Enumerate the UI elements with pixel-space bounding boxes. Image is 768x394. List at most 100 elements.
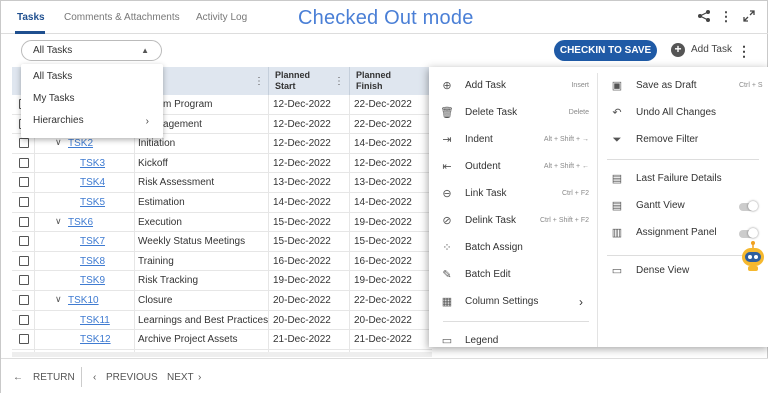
table-row[interactable]: TSK5 Estimation 14-Dec-2022 14-Dec-2022 <box>12 193 432 213</box>
menu-item-label: Gantt View <box>636 200 685 211</box>
horizontal-scrollbar[interactable] <box>12 352 432 357</box>
menu-item-shortcut: Alt + Shift + → <box>543 136 589 143</box>
chevron-right-icon: › <box>579 295 583 309</box>
task-name: Initiation <box>138 138 176 150</box>
add-circle-icon: ⊕ <box>442 80 452 92</box>
table-row[interactable]: ∨ TSK10 Closure 20-Dec-2022 22-Dec-2022 <box>12 291 432 311</box>
column-separator <box>268 67 269 95</box>
task-id-link[interactable]: TSK3 <box>80 158 105 169</box>
planned-start: 13-Dec-2022 <box>273 177 331 189</box>
task-name: Training <box>138 255 174 267</box>
planned-start: 12-Dec-2022 <box>273 157 331 169</box>
task-name: Kickoff <box>138 157 168 169</box>
row-checkbox[interactable] <box>19 197 29 207</box>
task-id-link[interactable]: TSK9 <box>80 275 105 286</box>
previous-button[interactable]: PREVIOUS <box>106 372 158 383</box>
planned-start: 15-Dec-2022 <box>273 236 331 248</box>
row-checkbox[interactable] <box>19 314 29 325</box>
menu-item-label: Outdent <box>465 161 501 172</box>
planned-finish: 22-Dec-2022 <box>354 295 412 306</box>
menu-item-label: Delink Task <box>465 215 516 226</box>
task-name: Estimation <box>138 197 185 208</box>
table-row[interactable]: TSK9 Risk Tracking 19-Dec-2022 19-Dec-2022 <box>12 271 432 291</box>
row-checkbox[interactable] <box>19 255 29 266</box>
chevron-down-icon[interactable]: ∨ <box>55 137 62 148</box>
table-row[interactable]: TSK3 Kickoff 12-Dec-2022 12-Dec-2022 <box>12 154 432 174</box>
filter-option-hierarchies[interactable]: Hierarchies <box>33 115 84 126</box>
task-id-link[interactable]: TSK6 <box>68 217 93 228</box>
tab-comments-attachments[interactable]: Comments & Attachments <box>64 12 180 23</box>
more-vertical-icon[interactable]: ⋮ <box>718 9 734 25</box>
row-checkbox[interactable] <box>19 236 29 247</box>
planned-finish: 19-Dec-2022 <box>354 275 412 287</box>
tab-tasks[interactable]: Tasks <box>17 12 45 23</box>
task-id-link[interactable]: TSK5 <box>80 197 105 208</box>
menu-item-label: Undo All Changes <box>636 107 717 118</box>
task-id-link[interactable]: TSK4 <box>80 177 105 188</box>
menu-item-label: Column Settings <box>465 296 539 307</box>
toolbar-more-icon[interactable]: ⋮ <box>737 42 751 60</box>
tab-bar: Tasks Comments & Attachments Activity Lo… <box>1 1 768 34</box>
table-row[interactable]: TSK7 Weekly Status Meetings 15-Dec-2022 15-… <box>12 232 432 252</box>
column-menu-icon[interactable]: ⋮ <box>254 76 264 87</box>
table-row[interactable]: ∨ TSK6 Execution 15-Dec-2022 19-Dec-2022 <box>12 213 432 233</box>
menu-item-label: Batch Edit <box>465 269 511 280</box>
planned-start: 20-Dec-2022 <box>273 314 331 326</box>
batch-assign-icon: ⁘ <box>442 242 452 254</box>
task-id-link[interactable]: TSK10 <box>68 295 99 306</box>
task-id-link[interactable]: TSK12 <box>80 334 111 345</box>
task-id-link[interactable]: TSK7 <box>80 236 105 247</box>
planned-finish: 12-Dec-2022 <box>354 157 412 169</box>
menu-separator <box>607 255 759 256</box>
assignment-panel-icon: ▥ <box>611 227 623 239</box>
tab-activity-log[interactable]: Activity Log <box>196 12 247 23</box>
table-row[interactable]: TSK12 Archive Project Assets 21-Dec-2022 21… <box>12 330 432 350</box>
chevron-down-icon[interactable]: ∨ <box>55 294 62 305</box>
planned-finish: 15-Dec-2022 <box>354 236 412 248</box>
menu-item-shortcut: Alt + Shift + ← <box>543 163 589 170</box>
row-checkbox[interactable] <box>19 157 29 168</box>
row-checkbox[interactable] <box>19 216 29 227</box>
table-row[interactable]: TSK11 Learnings and Best Practices 20-Dec-… <box>12 311 432 331</box>
menu-item-label: Dense View <box>636 265 690 276</box>
expand-icon[interactable] <box>741 9 757 25</box>
chevron-down-icon[interactable]: ∨ <box>55 216 62 227</box>
table-row[interactable]: TSK8 Training 16-Dec-2022 16-Dec-2022 <box>12 252 432 272</box>
assistant-bot-icon[interactable] <box>739 241 767 273</box>
planned-start: 16-Dec-2022 <box>273 255 331 267</box>
menu-item-shortcut: Insert <box>571 82 589 89</box>
column-header-planned-start[interactable]: Planned Start <box>275 70 325 92</box>
menu-item-label: Last Failure Details <box>636 173 722 184</box>
checkin-to-save-button[interactable]: CHECKIN TO SAVE <box>554 40 657 61</box>
share-icon[interactable] <box>696 9 712 25</box>
trash-icon: 🗑 <box>440 107 454 119</box>
columns-icon: ▦ <box>441 296 453 308</box>
task-id-link[interactable]: TSK8 <box>80 256 105 267</box>
menu-column-divider <box>597 73 598 347</box>
row-checkbox[interactable] <box>19 138 29 149</box>
row-checkbox[interactable] <box>19 177 29 188</box>
task-id-link[interactable]: TSK11 <box>80 315 110 326</box>
task-id-link[interactable]: TSK2 <box>68 138 93 149</box>
return-button[interactable]: RETURN <box>33 372 75 383</box>
toggle-switch[interactable] <box>739 228 758 238</box>
column-menu-icon[interactable]: ⋮ <box>334 76 344 87</box>
row-checkbox[interactable] <box>19 275 29 286</box>
toggle-switch[interactable] <box>739 201 758 211</box>
planned-finish: 22-Dec-2022 <box>354 118 412 130</box>
row-checkbox[interactable] <box>19 334 29 345</box>
column-header-planned-finish[interactable]: Planned Finish <box>356 70 406 92</box>
task-name: Closure <box>138 295 173 306</box>
batch-edit-icon: ✎ <box>442 269 452 281</box>
unlink-icon: ⊘ <box>442 215 452 227</box>
task-filter-dropdown[interactable]: All Tasks ▲ <box>21 40 162 61</box>
next-button[interactable]: NEXT <box>167 372 194 383</box>
chevron-right-icon: › <box>145 116 149 127</box>
remove-filter-icon: ⏷ <box>612 134 622 146</box>
table-row[interactable]: TSK4 Risk Assessment 13-Dec-2022 13-Dec-202… <box>12 173 432 193</box>
filter-option-all-tasks[interactable]: All Tasks <box>33 71 72 82</box>
task-name: Weekly Status Meetings <box>138 236 246 248</box>
filter-option-my-tasks[interactable]: My Tasks <box>33 93 75 104</box>
row-checkbox[interactable] <box>19 295 29 305</box>
menu-item-label: Batch Assign <box>465 242 523 253</box>
